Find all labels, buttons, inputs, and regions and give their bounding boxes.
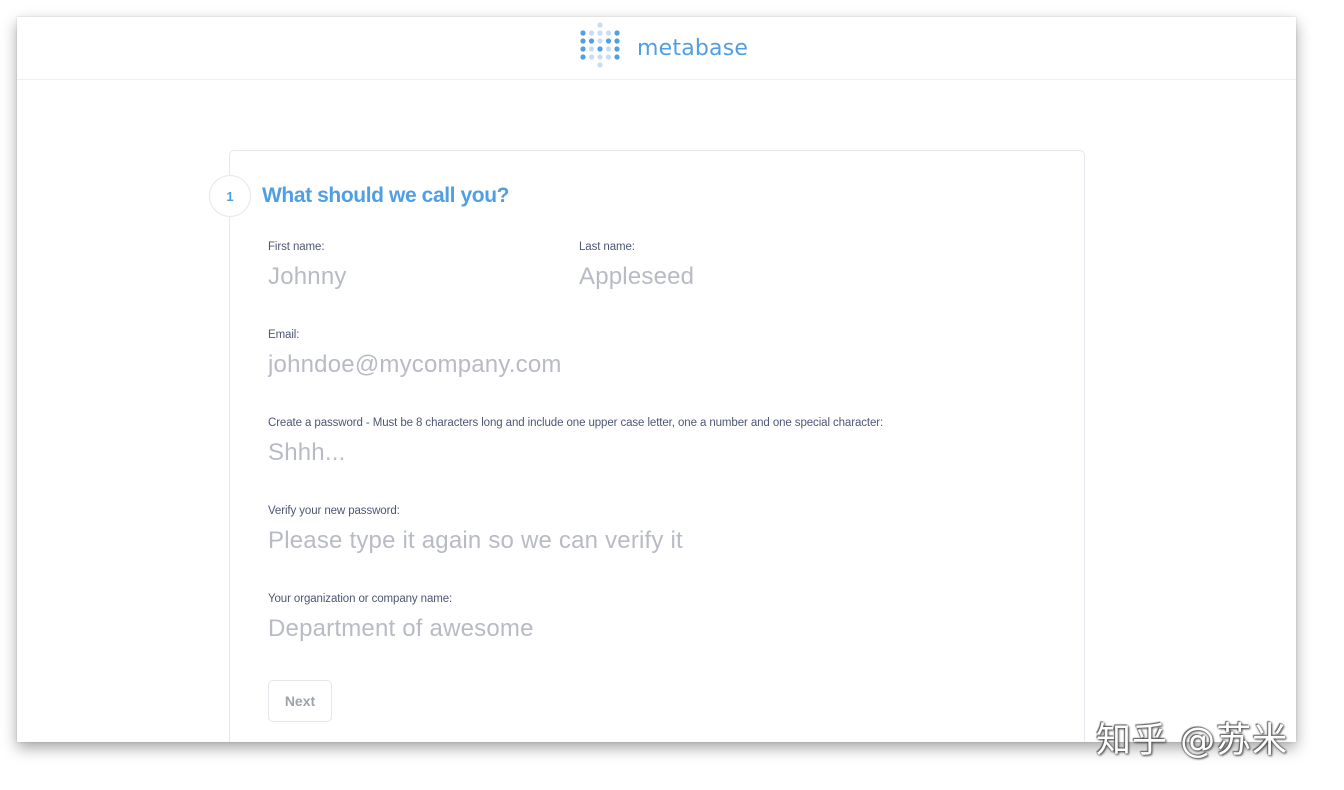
first-name-label: First name:: [268, 241, 325, 253]
brand[interactable]: metabase: [579, 21, 748, 75]
verify-password-label: Verify your new password:: [268, 505, 400, 517]
setup-step-card: 1 What should we call you? First name: L…: [209, 150, 1085, 742]
verify-password-input[interactable]: [268, 527, 868, 555]
first-name-input[interactable]: [268, 263, 548, 291]
password-input[interactable]: [268, 439, 868, 467]
last-name-field: Last name:: [579, 241, 859, 291]
email-field: Email:: [268, 329, 868, 379]
organization-label: Your organization or company name:: [268, 593, 453, 605]
top-navbar: metabase: [17, 17, 1296, 80]
organization-field: Your organization or company name:: [268, 593, 868, 643]
password-field: Create a password - Must be 8 characters…: [268, 417, 883, 467]
last-name-label: Last name:: [579, 241, 635, 253]
email-input[interactable]: [268, 351, 868, 379]
email-label: Email:: [268, 329, 300, 341]
step-number-badge: 1: [209, 175, 251, 217]
watermark-text: 知乎 @苏米: [1096, 721, 1289, 761]
verify-password-field: Verify your new password:: [268, 505, 868, 555]
app-name: metabase: [637, 35, 749, 61]
organization-input[interactable]: [268, 615, 868, 643]
app-window: metabase 1 What should we call you? Firs…: [17, 17, 1296, 742]
step-title: What should we call you?: [262, 184, 510, 207]
password-label: Create a password - Must be 8 characters…: [268, 417, 884, 429]
last-name-input[interactable]: [579, 263, 859, 291]
first-name-field: First name:: [268, 241, 548, 291]
metabase-logo-icon: [579, 22, 621, 74]
next-button[interactable]: Next: [268, 680, 332, 722]
